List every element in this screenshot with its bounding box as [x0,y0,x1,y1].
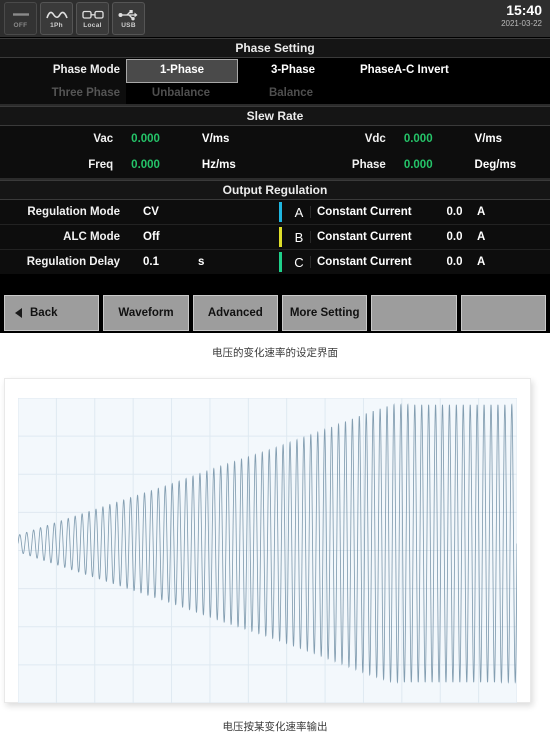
usb-glyph [118,7,140,22]
caption-bottom: 电压按某变化速率输出 [222,721,328,733]
output-regulation-phases: A Constant Current 0.0 A B Constant Curr… [277,200,550,274]
regulation-delay-row: Regulation Delay 0.1 s [0,250,277,274]
softkey-bar: Back Waveform Advanced More Setting [0,293,550,333]
usb-icon[interactable]: USB [112,2,145,35]
softkey-blank-1[interactable] [371,295,457,331]
slew-vac-label: Vac [93,133,114,145]
regulation-delay-label: Regulation Delay [26,256,120,268]
local-remote-label: Local [83,22,102,29]
phase-c-name: C [294,254,304,270]
slew-phase-value[interactable]: 0.000 [394,159,475,171]
three-phase-option-balance[interactable]: Balance [236,82,346,104]
phase-b-mode[interactable]: Constant Current [310,231,432,243]
slew-vac-unit: V/ms [201,133,230,145]
softkey-waveform-label: Waveform [118,307,174,319]
clock-date: 2021-03-22 [501,19,542,28]
slew-freq-unit: Hz/ms [201,159,236,171]
slew-freq-value[interactable]: 0.000 [121,159,202,171]
regulation-mode-label: Regulation Mode [27,206,120,218]
triangle-left-icon [15,308,22,318]
output-regulation-body: Regulation Mode CV ALC Mode Off Regulati… [0,200,550,274]
phase-row-b: B Constant Current 0.0 A [277,225,550,250]
alc-mode-value[interactable]: Off [128,231,198,243]
local-remote-icon[interactable]: Local [76,2,109,35]
softkey-waveform[interactable]: Waveform [103,295,189,331]
regulation-delay-value[interactable]: 0.1 [128,256,198,268]
status-icon-group: OFF 1Ph Local USB [0,2,145,35]
phase-a-unit: A [477,206,486,218]
three-phase-label: Three Phase [0,82,126,104]
status-bar: OFF 1Ph Local USB 15:40 2021-03-22 [0,0,550,38]
phase-row-c: C Constant Current 0.0 A [277,250,550,274]
phase-b-value[interactable]: 0.0 [432,231,477,243]
slew-vac-value[interactable]: 0.000 [121,133,202,145]
slew-rate-row-vac: Vac 0.000 V/ms Vdc 0.000 V/ms [0,126,550,152]
softkey-advanced-label: Advanced [207,307,263,319]
phase-mode-row: Phase Mode 1-Phase 3-Phase PhaseA-C Inve… [0,58,550,83]
softkey-blank-2[interactable] [460,295,546,331]
caption-top: 电压的变化速率的设定界面 [212,347,338,359]
alc-mode-label: ALC Mode [63,231,120,243]
phase-row-a: A Constant Current 0.0 A [277,200,550,225]
phase-a-mode[interactable]: Constant Current [310,206,432,218]
phase-b-color-bar [279,227,282,247]
regulation-mode-row: Regulation Mode CV [0,200,277,225]
slew-vdc-label: Vdc [364,133,386,145]
alc-mode-row: ALC Mode Off [0,225,277,250]
phase-b-unit: A [477,231,486,243]
slew-freq-label: Freq [88,159,114,171]
output-off-label: OFF [13,22,28,29]
output-off-glyph [12,7,30,22]
softkey-more-setting[interactable]: More Setting [281,295,368,331]
phase-a-color-bar [279,202,282,222]
clock-time: 15:40 [506,2,542,18]
slew-vdc-unit: V/ms [474,133,503,145]
phase-mode-option-3phase[interactable]: 3-Phase [238,58,348,82]
slew-phase-label: Phase [351,159,386,171]
waveform-1ph-label: 1Ph [50,22,63,29]
regulation-mode-value[interactable]: CV [128,206,198,218]
usb-label: USB [121,22,136,29]
output-off-icon[interactable]: OFF [4,2,37,35]
link-glyph [81,7,104,22]
slew-phase-unit: Deg/ms [474,159,517,171]
instrument-panel: OFF 1Ph Local USB 15:40 2021-03-22 Phase… [0,0,550,333]
phase-a-name: A [294,204,304,220]
phase-c-unit: A [477,256,486,268]
phase-c-mode[interactable]: Constant Current [310,256,432,268]
phase-c-value[interactable]: 0.0 [432,256,477,268]
slew-vdc-value[interactable]: 0.000 [394,133,475,145]
phase-a-value[interactable]: 0.0 [432,206,477,218]
clock: 15:40 2021-03-22 [501,2,542,29]
three-phase-row: Three Phase Unbalance Balance [0,82,550,104]
phase-mode-label: Phase Mode [0,58,126,82]
phase-c-color-bar [279,252,282,272]
softkey-advanced[interactable]: Advanced [192,295,278,331]
section-title-phase-setting: Phase Setting [0,38,550,58]
waveform-chart [18,398,517,703]
softkey-back-label: Back [30,307,58,319]
waveform-1ph-icon[interactable]: 1Ph [40,2,73,35]
softkey-more-setting-label: More Setting [289,307,360,319]
sine-wave-glyph [45,7,68,22]
phase-b-name: B [294,229,304,245]
slew-rate-row-freq: Freq 0.000 Hz/ms Phase 0.000 Deg/ms [0,152,550,178]
phase-mode-option-invert[interactable]: PhaseA-C Invert [348,58,449,82]
regulation-delay-unit: s [198,256,205,268]
three-phase-option-unbalance[interactable]: Unbalance [126,82,236,104]
softkey-back[interactable]: Back [4,295,100,331]
output-regulation-left: Regulation Mode CV ALC Mode Off Regulati… [0,200,277,274]
section-title-slew-rate: Slew Rate [0,106,550,126]
section-title-output-regulation: Output Regulation [0,180,550,200]
phase-mode-option-1phase[interactable]: 1-Phase [126,59,238,83]
